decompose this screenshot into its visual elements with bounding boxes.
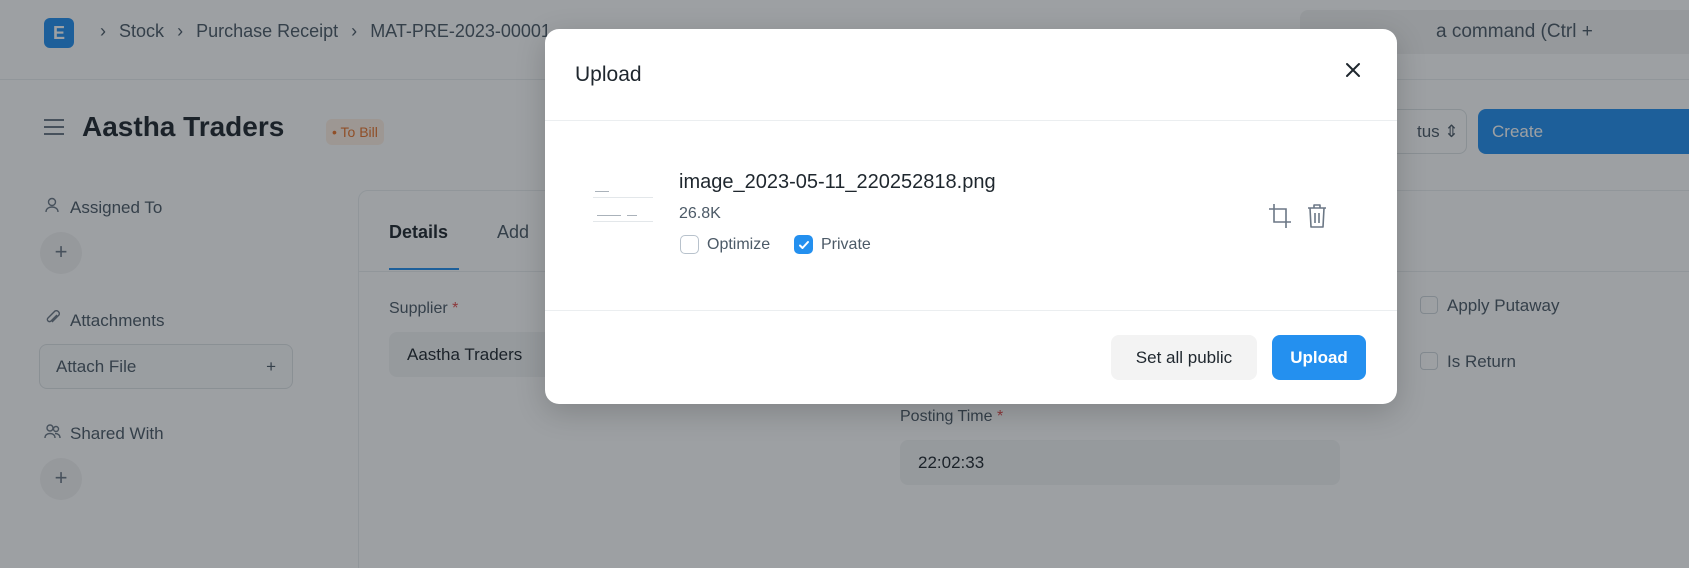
- close-icon[interactable]: [1342, 59, 1364, 81]
- file-size: 26.8K: [679, 205, 721, 222]
- file-thumbnail: [587, 181, 657, 231]
- upload-dialog: Upload image_2023-05-11_220252818.png 26…: [545, 29, 1397, 404]
- dialog-header: [545, 29, 1397, 121]
- dialog-footer: [545, 310, 1397, 404]
- set-all-public-button[interactable]: Set all public: [1111, 335, 1257, 380]
- upload-button[interactable]: Upload: [1272, 335, 1366, 380]
- optimize-checkbox[interactable]: [680, 235, 699, 254]
- optimize-label: Optimize: [707, 235, 771, 253]
- private-option[interactable]: Private: [794, 235, 871, 254]
- private-checkbox[interactable]: [794, 235, 813, 254]
- private-label: Private: [821, 235, 871, 253]
- delete-icon[interactable]: [1305, 202, 1331, 230]
- file-name: image_2023-05-11_220252818.png: [679, 171, 996, 193]
- crop-icon[interactable]: [1267, 202, 1293, 230]
- dialog-title: Upload: [575, 63, 642, 86]
- optimize-option[interactable]: Optimize: [680, 235, 770, 254]
